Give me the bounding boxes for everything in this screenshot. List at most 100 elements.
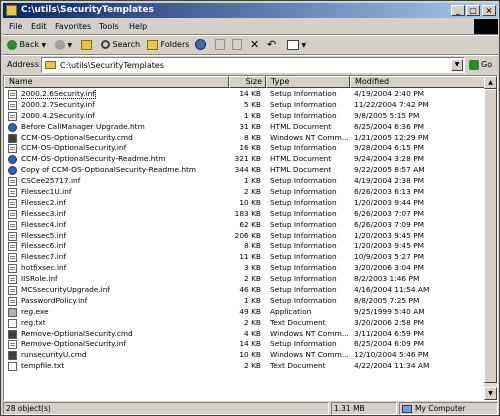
address-dropdown-button[interactable]: ▼ [451,59,463,71]
file-type: Setup Information [270,99,337,109]
file-row[interactable]: Filessec1U.inf 2 KB Setup Information 6/26/… [4,187,487,198]
file-type: Windows NT Comm... [270,328,348,338]
menu-favorites[interactable]: Favorites [55,21,91,32]
file-row[interactable]: Copy of CCM-OS-OptionalSecurity-Readme.h… [4,165,487,176]
file-row[interactable]: 2000.4.2Security.inf 1 KB Setup Informatio… [4,111,487,122]
file-row[interactable]: Filessec5.inf 206 KB Setup Information 1/20… [4,231,487,242]
file-name: CCM-OS-OptionalSecurity-Readme.htm [21,154,166,164]
file-modified: 1/20/2003 9:45 PM [354,241,425,251]
address-value: C:\utils\SecurityTemplates [60,61,165,70]
history-icon [195,39,206,50]
back-button[interactable]: Back ▼ [7,38,46,52]
txt-file-icon [8,318,17,328]
status-location-label: My Computer [415,404,466,413]
inf-file-icon [8,209,17,219]
exe-file-icon [8,307,17,317]
minimize-button[interactable]: _ [451,5,465,16]
forward-button[interactable]: ▼ [55,38,72,52]
chevron-down-icon: ▼ [301,42,307,49]
delete-button[interactable]: ✕ [250,38,259,52]
file-name: runsecurityU.cmd [21,350,87,360]
scroll-thumb[interactable] [484,89,497,383]
file-size: 5 KB [244,99,261,109]
forward-arrow-icon [55,39,65,50]
file-size: 2 KB [244,361,261,371]
vertical-scrollbar[interactable]: ▲ ▼ [484,76,497,400]
file-type: Setup Information [270,89,337,98]
close-button[interactable]: × [482,5,496,16]
inf-file-icon [8,286,17,296]
menu-file[interactable]: File [9,21,22,32]
file-name: reg.exe [21,306,49,316]
delete-icon: ✕ [250,38,260,51]
file-size: 31 KB [239,121,261,131]
column-header-modified[interactable]: Modified [350,76,485,88]
file-name: 2000.2.6Security.inf [21,89,96,99]
file-row[interactable]: CCM-OS-OptionalSecurity-Readme.htm 321 KB… [4,154,487,165]
file-row[interactable]: Filessec2.inf 10 KB Setup Information 1/20/… [4,198,487,209]
file-name: Remove-OptionalSecurity.inf [21,339,127,349]
file-name: Before CallManager Upgrade.htm [21,121,145,131]
up-folder-button[interactable] [81,38,92,52]
file-list: Name Size Type Modified 2000.2.6Security… [3,75,498,401]
go-button[interactable]: Go [469,59,492,70]
scroll-up-button[interactable]: ▲ [484,76,497,89]
go-label: Go [481,60,493,69]
undo-button[interactable]: ↶ [267,38,276,52]
menu-bar: File Edit Favorites Tools Help [3,19,498,34]
folders-button[interactable]: Folders [147,38,189,52]
status-object-count: 28 object(s) [3,402,329,415]
menu-tools[interactable]: Tools [99,21,119,32]
menu-help[interactable]: Help [129,21,147,32]
file-modified: 3/20/2006 2:58 PM [354,317,425,327]
file-row[interactable]: Filessec6.inf 8 KB Setup Information 1/20/2… [4,241,487,252]
search-button[interactable]: Search [101,38,140,52]
history-button[interactable] [195,38,206,52]
column-header-type[interactable]: Type [266,76,350,88]
move-to-button[interactable] [215,38,225,52]
file-modified: 6/25/2004 6:09 PM [354,339,425,349]
file-row[interactable]: CCM-OS-OptionalSecurity.cmd 8 KB Windows N… [4,133,487,144]
file-row[interactable]: IISRole.inf 2 KB Setup Information 8/2/2003… [4,274,487,285]
column-header-name[interactable]: Name [4,76,229,88]
file-row[interactable]: 2000.2.7Security.inf 5 KB Setup Informatio… [4,100,487,111]
file-row[interactable]: Before CallManager Upgrade.htm 31 KB HTML … [4,122,487,133]
copy-to-button[interactable] [232,38,242,52]
file-row[interactable]: reg.txt 2 KB Text Document 3/20/2006 2:58 P… [4,318,487,329]
file-type: Setup Information [270,274,337,284]
file-size: 46 KB [239,285,261,295]
views-button[interactable]: ▼ [287,38,306,52]
file-size: 1 KB [244,110,261,120]
scroll-down-button[interactable]: ▼ [484,387,497,400]
file-type: Text Document [270,317,326,327]
file-row[interactable]: tempfile.txt 2 KB Text Document 4/22/2004 1… [4,361,487,372]
file-row[interactable]: Remove-OptionalSecurity.cmd 4 KB Windows N… [4,329,487,340]
file-modified: 1/21/2005 12:29 PM [354,132,429,142]
file-name: CSCee25717.inf [21,176,81,186]
file-row[interactable]: Filessec3.inf 183 KB Setup Information 6/26… [4,209,487,220]
file-row[interactable]: Filessec4.inf 62 KB Setup Information 6/26/… [4,220,487,231]
file-row[interactable]: reg.exe 49 KB Application 9/25/1999 5:40 AM [4,307,487,318]
column-header-size[interactable]: Size [229,76,266,88]
maximize-button[interactable]: □ [466,5,480,16]
file-row[interactable]: CSCee25717.inf 1 KB Setup Information 4/19/… [4,176,487,187]
file-row[interactable]: MCSsecurityUpgrade.inf 46 KB Setup Informa… [4,285,487,296]
inf-file-icon [8,220,17,230]
file-row[interactable]: Filessec7.inf 11 KB Setup Information 10/9/… [4,252,487,263]
file-row[interactable]: PasswordPolicy.inf 1 KB Setup Information 8… [4,296,487,307]
file-row[interactable]: Remove-OptionalSecurity.inf 14 KB Setup In… [4,339,487,350]
inf-file-icon [8,296,17,306]
address-input[interactable]: C:\utils\SecurityTemplates ▼ [41,57,465,73]
file-modified: 1/20/2003 9:44 PM [354,197,425,207]
file-row[interactable]: 2000.2.6Security.inf 14 KB Setup Informati… [4,89,487,100]
file-row[interactable]: CCM-OS-OptionalSecurity.inf 16 KB Setup In… [4,143,487,154]
folders-label: Folders [160,40,190,49]
inf-file-icon [8,264,17,274]
menu-edit[interactable]: Edit [31,21,47,32]
file-size: 16 KB [239,143,261,153]
file-row[interactable]: hotfixsec.inf 3 KB Setup Information 3/20/2… [4,263,487,274]
title-bar[interactable]: C:\utils\SecurityTemplates _ □ × [3,3,498,18]
file-row[interactable]: runsecurityU.cmd 10 KB Windows NT Comm... 1… [4,350,487,361]
txt-file-icon [8,362,17,372]
file-size: 62 KB [239,219,261,229]
